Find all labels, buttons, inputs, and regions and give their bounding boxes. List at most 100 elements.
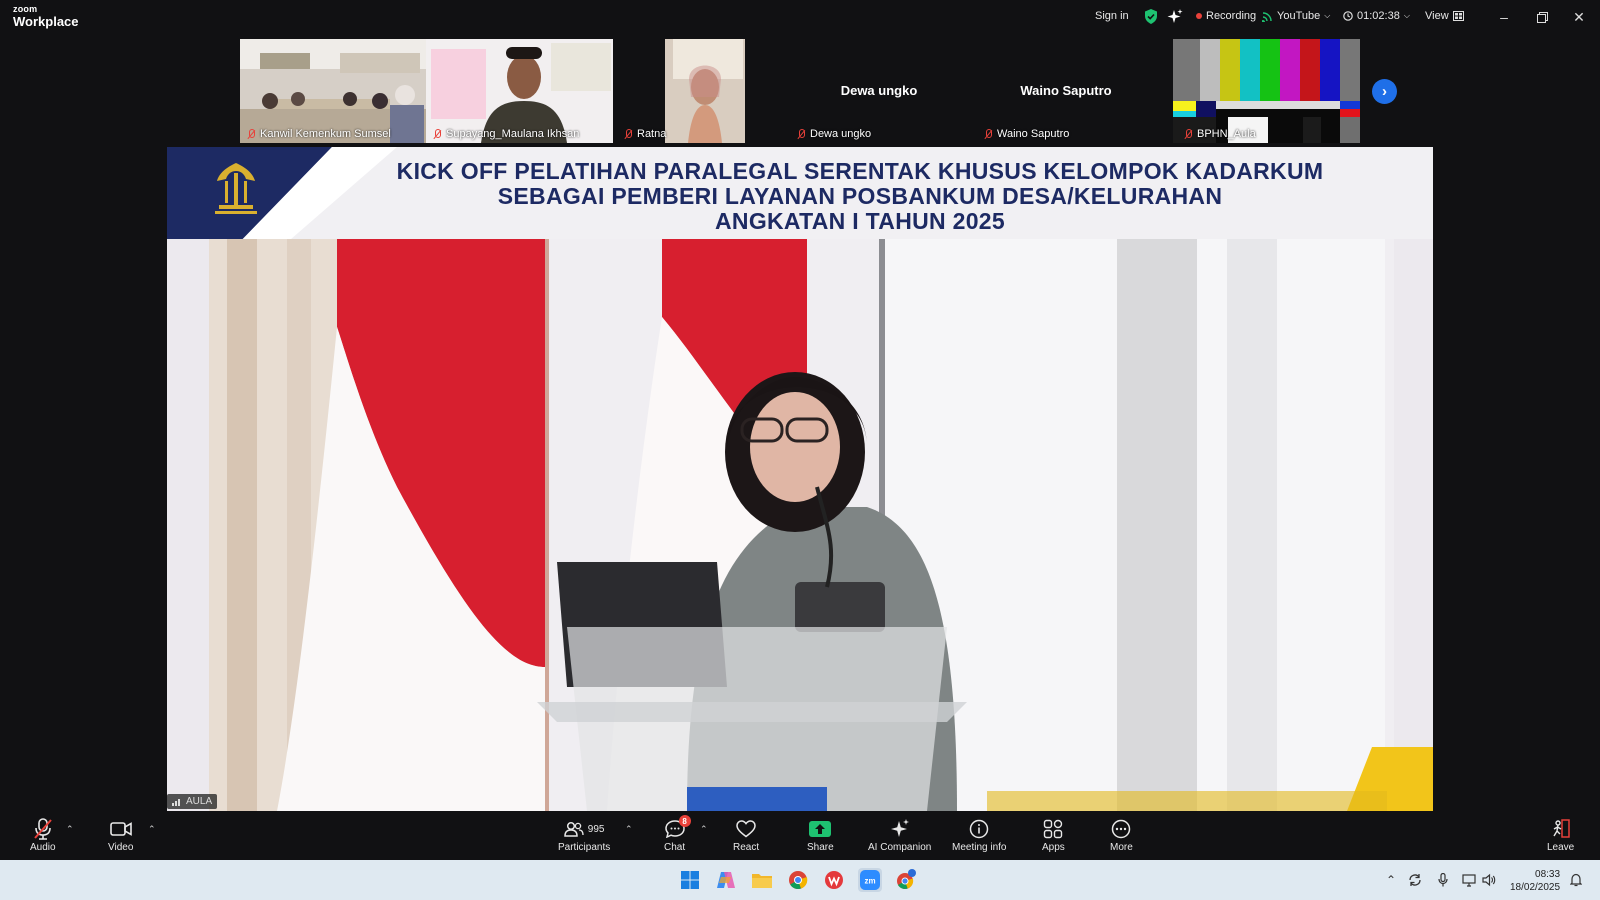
security-shield-icon[interactable]	[1144, 9, 1158, 24]
video-camera-icon	[109, 818, 132, 840]
participant-tile[interactable]: Ratna	[613, 39, 746, 143]
leave-door-icon	[1551, 818, 1571, 840]
participant-tile[interactable]: Kanwil Kemenkum Sumsel	[240, 39, 426, 143]
system-clock[interactable]: 08:33 18/02/2025	[1510, 868, 1560, 894]
meeting-timer[interactable]: 01:02:38 ⌵	[1343, 10, 1410, 22]
mic-muted-icon	[432, 129, 442, 139]
participant-tile[interactable]: Supayang_Maulana Ikhsan	[426, 39, 613, 143]
livestream-menu[interactable]: YouTube ⌵	[1262, 10, 1330, 22]
participant-tile[interactable]: BPHN_Aula	[1173, 39, 1360, 143]
brand-big: Workplace	[13, 14, 79, 29]
video-button[interactable]: Video	[108, 818, 133, 853]
signal-strength-icon	[172, 799, 180, 806]
mic-muted-icon	[796, 129, 806, 139]
broadcast-icon	[1262, 11, 1272, 22]
windows-start-icon[interactable]	[678, 868, 702, 892]
next-page-button[interactable]: ›	[1372, 79, 1397, 104]
ministry-emblem-icon	[215, 163, 257, 214]
wps-office-icon[interactable]	[822, 868, 846, 892]
share-button[interactable]: Share	[807, 818, 834, 853]
participant-center-name: Dewa ungko	[840, 83, 918, 98]
chat-label: Chat	[664, 842, 686, 853]
video-label: Video	[108, 842, 134, 853]
participant-tile[interactable]: Dewa ungko Dewa ungko	[786, 39, 972, 143]
timer-label: 01:02:38	[1357, 10, 1400, 22]
close-icon[interactable]: ✕	[1569, 8, 1589, 26]
chrome-profile-icon[interactable]	[894, 868, 918, 892]
participants-button[interactable]: 995 Participants	[558, 818, 610, 853]
banner-line: KICK OFF PELATIHAN PARALEGAL SERENTAK KH…	[396, 158, 1324, 184]
chrome-icon[interactable]	[786, 868, 810, 892]
speaker-video-feed	[167, 147, 1433, 811]
leave-button[interactable]: Leave	[1547, 818, 1574, 853]
info-icon	[969, 818, 989, 840]
participant-center-name: Waino Saputro	[1020, 83, 1112, 98]
chevron-right-icon: ›	[1382, 83, 1387, 100]
participant-tile[interactable]: Waino Saputro Waino Saputro	[973, 39, 1159, 143]
share-screen-icon	[809, 818, 832, 840]
participants-options-caret-icon[interactable]: ⌃	[625, 824, 633, 835]
chat-options-caret-icon[interactable]: ⌃	[700, 824, 708, 835]
banner-title: KICK OFF PELATIHAN PARALEGAL SERENTAK KH…	[327, 159, 1393, 234]
participants-count: 995	[587, 823, 605, 835]
ai-sparkle-icon	[890, 818, 910, 840]
brand-small: zoom	[13, 4, 38, 14]
banner-line: SEBAGAI PEMBERI LAYANAN POSBANKUM DESA/K…	[497, 183, 1223, 209]
chevron-down-icon: ⌵	[1324, 11, 1331, 20]
chat-bubble-icon: 8	[664, 815, 691, 840]
more-button[interactable]: More	[1110, 818, 1133, 853]
banner-line: ANGKATAN I TAHUN 2025	[715, 208, 1005, 234]
chat-unread-badge: 8	[678, 815, 691, 827]
mic-muted-icon	[983, 129, 993, 139]
ai-companion-button[interactable]: AI Companion	[868, 818, 931, 853]
audio-label: Audio	[30, 842, 56, 853]
view-menu[interactable]: View	[1425, 10, 1464, 22]
recording-label: Recording	[1206, 10, 1257, 22]
sign-in-link[interactable]: Sign in	[1095, 10, 1129, 22]
minimize-icon[interactable]: –	[1494, 8, 1514, 26]
sign-in-label: Sign in	[1095, 10, 1129, 22]
title-bar: zoom Workplace Sign in Recording YouTube…	[0, 0, 1600, 36]
apps-button[interactable]: Apps	[1042, 818, 1065, 853]
network-icon[interactable]	[1462, 873, 1476, 890]
show-hidden-icons-chevron-icon[interactable]: ⌃	[1386, 873, 1396, 887]
chat-button[interactable]: 8 Chat	[664, 815, 691, 853]
recording-indicator[interactable]: Recording	[1196, 10, 1256, 22]
copilot-icon[interactable]	[714, 868, 738, 892]
meeting-toolbar: Audio ⌃ Video ⌃ 995 Participants ⌃ 8 Cha…	[0, 812, 1600, 860]
react-label: React	[733, 842, 760, 853]
speaker-name-label: AULA	[167, 794, 218, 809]
meeting-info-button[interactable]: Meeting info	[952, 818, 1006, 853]
video-options-caret-icon[interactable]: ⌃	[148, 824, 156, 835]
leave-label: Leave	[1547, 842, 1575, 853]
ai-sparkle-icon[interactable]	[1167, 9, 1183, 24]
clock-time: 08:33	[1535, 869, 1561, 880]
recording-dot-icon	[1196, 13, 1202, 19]
audio-button[interactable]: Audio	[30, 818, 56, 853]
main-video[interactable]: KICK OFF PELATIHAN PARALEGAL SERENTAK KH…	[167, 147, 1433, 811]
heart-icon	[736, 818, 756, 840]
meeting-info-label: Meeting info	[952, 842, 1007, 853]
volume-icon[interactable]	[1482, 873, 1496, 890]
participants-icon	[564, 821, 584, 837]
apps-label: Apps	[1042, 842, 1065, 853]
sync-icon[interactable]	[1408, 873, 1422, 890]
view-label: View	[1425, 10, 1449, 22]
notification-bell-icon[interactable]	[1569, 873, 1583, 890]
apps-icon	[1043, 818, 1063, 840]
file-explorer-icon[interactable]	[750, 868, 774, 892]
grid-view-icon	[1452, 11, 1464, 21]
audio-options-caret-icon[interactable]: ⌃	[66, 824, 74, 835]
share-label: Share	[807, 842, 834, 853]
participant-name: Kanwil Kemenkum Sumsel	[246, 128, 391, 140]
clock-date: 18/02/2025	[1510, 882, 1561, 893]
restore-icon[interactable]	[1532, 8, 1552, 26]
mic-muted-icon	[246, 129, 256, 139]
microphone-icon[interactable]	[1438, 872, 1448, 890]
react-button[interactable]: React	[733, 818, 759, 853]
zoom-app-icon[interactable]: zm	[858, 868, 882, 892]
mic-muted-icon	[33, 818, 53, 840]
participant-name: Dewa ungko	[796, 128, 871, 140]
participant-name: Waino Saputro	[983, 128, 1069, 140]
ai-companion-label: AI Companion	[868, 842, 932, 853]
